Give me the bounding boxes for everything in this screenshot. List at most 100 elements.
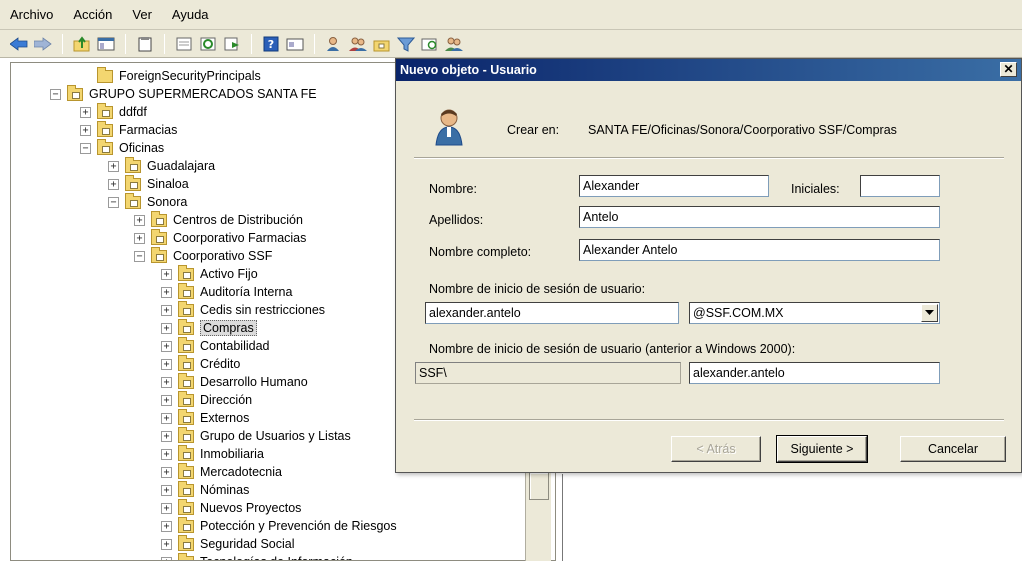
tree-item[interactable]: + Desarrollo Humano (161, 372, 308, 391)
ou-folder-icon (67, 84, 83, 101)
dialog-title-bar[interactable]: Nuevo objeto - Usuario (396, 59, 1021, 81)
expand-icon[interactable]: + (161, 394, 172, 406)
expand-icon[interactable]: + (161, 556, 172, 560)
expand-icon[interactable]: + (161, 358, 172, 370)
menu-archivo[interactable]: Archivo (10, 7, 53, 22)
collapse-icon[interactable]: − (80, 142, 91, 154)
forward-arrow-icon[interactable] (32, 33, 54, 55)
tree-item[interactable]: − GRUPO SUPERMERCADOS SANTA FE (50, 84, 317, 103)
scrollbar-thumb[interactable] (529, 472, 549, 500)
expand-icon[interactable]: + (108, 178, 119, 190)
filter-icon[interactable] (395, 33, 417, 55)
last-name-input[interactable]: Antelo (579, 206, 940, 228)
back-arrow-icon[interactable] (8, 33, 30, 55)
up-folder-icon[interactable] (71, 33, 93, 55)
expand-icon[interactable]: + (161, 430, 172, 442)
expand-icon[interactable]: + (134, 232, 145, 244)
initials-input[interactable] (860, 175, 940, 197)
expand-icon[interactable]: + (161, 484, 172, 496)
tree-item[interactable]: + Dirección (161, 390, 252, 409)
collapse-icon[interactable]: − (134, 250, 145, 262)
collapse-icon[interactable]: − (50, 88, 61, 100)
tree-item[interactable]: + Centros de Distribución (134, 210, 303, 229)
expand-icon[interactable]: + (161, 466, 172, 478)
expand-icon[interactable]: + (108, 160, 119, 172)
tree-item[interactable]: + Guadalajara (108, 156, 215, 175)
ou-folder-icon (151, 210, 167, 227)
add-to-group-icon[interactable] (443, 33, 465, 55)
ou-folder-icon (178, 462, 194, 479)
tree-item[interactable]: + Potección y Prevención de Riesgos (161, 516, 397, 535)
tree-item[interactable]: + Contabilidad (161, 336, 270, 355)
expand-icon[interactable]: + (161, 340, 172, 352)
tree-item[interactable]: + Externos (161, 408, 249, 427)
tree-item[interactable]: + Seguridad Social (161, 534, 295, 553)
tree-item[interactable]: − Sonora (108, 192, 187, 211)
tree-item-label: Nóminas (200, 483, 250, 497)
tree-item[interactable]: + Sinaloa (108, 174, 189, 193)
cancel-button[interactable]: Cancelar (900, 436, 1006, 462)
help-icon[interactable]: ? (260, 33, 282, 55)
tree-item[interactable]: + Nóminas (161, 480, 250, 499)
collapse-icon[interactable]: − (108, 196, 119, 208)
new-user-dialog: Nuevo objeto - Usuario ✕ Crear en: SANTA… (395, 58, 1022, 473)
tree-item[interactable]: + Compras (161, 318, 257, 337)
upn-suffix-dropdown[interactable]: @SSF.COM.MX (689, 302, 940, 324)
next-button[interactable]: Siguiente > (776, 435, 868, 463)
pre2000-logon-input[interactable]: alexander.antelo (689, 362, 940, 384)
expand-icon[interactable]: + (80, 106, 91, 118)
tree-item[interactable]: + Coorporativo Farmacias (134, 228, 306, 247)
tree-item[interactable]: ForeignSecurityPrincipals (97, 66, 261, 85)
logon-name-input[interactable]: alexander.antelo (425, 302, 679, 324)
menu-accion[interactable]: Acción (73, 7, 112, 22)
tree-item[interactable]: + ddfdf (80, 102, 147, 121)
tree-item[interactable]: + Auditoría Interna (161, 282, 292, 301)
console-tree-icon[interactable] (95, 33, 117, 55)
tree-item[interactable]: + Tecnologías de Información (161, 552, 353, 560)
new-user-icon[interactable] (323, 33, 345, 55)
ou-folder-icon (178, 264, 194, 281)
next-button-label: Siguiente > (790, 442, 854, 456)
tree-item[interactable]: + Activo Fijo (161, 264, 258, 283)
export-icon[interactable] (221, 33, 243, 55)
chevron-down-icon[interactable] (921, 304, 938, 322)
expand-icon[interactable]: + (161, 502, 172, 514)
tree-item[interactable]: + Nuevos Proyectos (161, 498, 301, 517)
first-name-input[interactable]: Alexander (579, 175, 769, 197)
expand-icon[interactable]: + (161, 412, 172, 424)
expand-icon[interactable]: + (161, 448, 172, 460)
view-icon[interactable] (284, 33, 306, 55)
tree-item[interactable]: + Cedis sin restricciones (161, 300, 325, 319)
tree-item[interactable]: − Coorporativo SSF (134, 246, 272, 265)
menu-ayuda[interactable]: Ayuda (172, 7, 209, 22)
tree-item[interactable]: + Inmobiliaria (161, 444, 264, 463)
expand-icon[interactable]: + (161, 286, 172, 298)
expand-icon[interactable]: + (161, 268, 172, 280)
properties-icon[interactable] (173, 33, 195, 55)
expand-icon[interactable]: + (161, 538, 172, 550)
ou-folder-icon (178, 336, 194, 353)
back-button[interactable]: < Atrás (671, 436, 761, 462)
tree-item[interactable]: + Mercadotecnia (161, 462, 282, 481)
expand-icon[interactable]: + (161, 322, 172, 334)
tree-item[interactable]: − Oficinas (80, 138, 164, 157)
refresh-icon[interactable] (197, 33, 219, 55)
tree-item-label: Crédito (200, 357, 241, 371)
expand-icon[interactable]: + (161, 376, 172, 388)
expand-icon[interactable]: + (161, 304, 172, 316)
tree-item[interactable]: + Crédito (161, 354, 241, 373)
close-icon[interactable]: ✕ (1000, 62, 1017, 77)
tree-item[interactable]: + Grupo de Usuarios y Listas (161, 426, 351, 445)
new-ou-icon[interactable] (371, 33, 393, 55)
expand-icon[interactable]: + (161, 520, 172, 532)
ou-folder-icon (97, 102, 113, 119)
new-group-icon[interactable] (347, 33, 369, 55)
tree-item-label: ddfdf (119, 105, 147, 119)
find-icon[interactable] (419, 33, 441, 55)
expand-icon[interactable]: + (80, 124, 91, 136)
full-name-input[interactable]: Alexander Antelo (579, 239, 940, 261)
expand-icon[interactable]: + (134, 214, 145, 226)
menu-ver[interactable]: Ver (132, 7, 152, 22)
tree-item[interactable]: + Farmacias (80, 120, 177, 139)
delete-icon[interactable] (134, 33, 156, 55)
